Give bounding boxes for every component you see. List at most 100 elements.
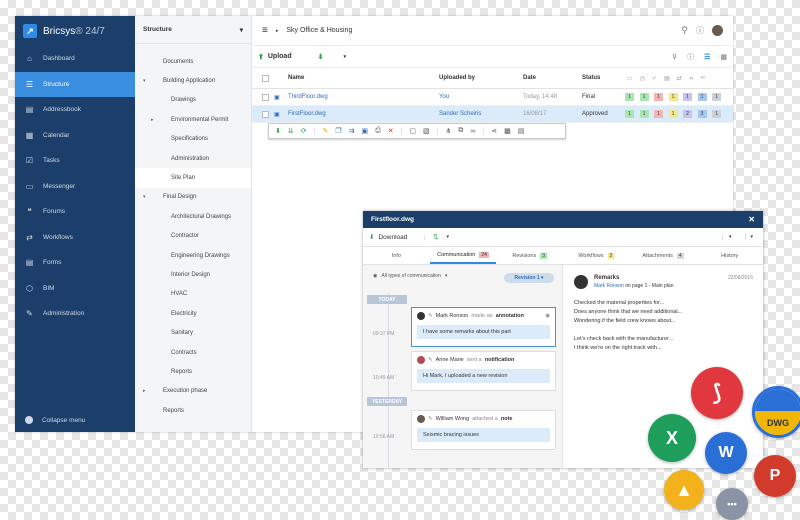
tree-node[interactable]: ▾ Final Design — [135, 188, 251, 207]
tree-node[interactable]: Architectural Drawings — [135, 207, 251, 226]
tab-attachments[interactable]: Attachments 4 — [630, 247, 697, 264]
sidebar-item-tasks[interactable]: ☑ Tasks — [15, 148, 135, 174]
table-row[interactable]: ▣ FirstFloor.dwg Sander Scheiris 16/08/17 Ap… — [252, 106, 733, 123]
help-icon[interactable]: ⓘ — [696, 25, 704, 36]
sync-icon[interactable]: ⟳ — [301, 127, 307, 135]
edit-icon[interactable]: ✎ — [322, 127, 328, 135]
tree-node[interactable]: Site Plan — [135, 168, 251, 188]
file-name-link[interactable]: FirstFloor.dwg — [288, 111, 326, 117]
tree-node[interactable]: ▸ Execution phase — [135, 382, 251, 401]
revision-selector[interactable]: Revision 1 ▾ — [504, 273, 554, 283]
expand-down-icon[interactable]: ▾ — [143, 78, 146, 84]
tab-communication[interactable]: Communication 24 — [429, 247, 497, 264]
col-date[interactable]: Date — [523, 75, 536, 81]
sidebar-item-administration[interactable]: ✎ Administration — [15, 301, 135, 327]
count-badge[interactable]: 1 — [639, 93, 649, 101]
details-icon[interactable]: ▤ — [518, 127, 525, 135]
tree-node[interactable]: Specifications — [135, 130, 251, 149]
communication-entry[interactable]: ✎ William Wong attached a note Seismic braci… — [411, 410, 556, 450]
communication-entry[interactable]: ✎ Mark Ronson made an annotation ◉ I have som… — [411, 307, 556, 347]
expand-right-icon[interactable]: ▸ — [151, 117, 154, 123]
tree-icon[interactable]: ⋔ — [446, 127, 452, 135]
compare-icon[interactable]: ⧉ — [458, 127, 463, 135]
brand[interactable]: ↗ Bricsys® 24/7 — [15, 16, 135, 46]
filter-icon[interactable]: ⊽ — [672, 53, 677, 61]
count-badge[interactable]: 3 — [697, 110, 707, 118]
count-badge[interactable]: 1 — [712, 93, 721, 101]
file-name-link[interactable]: ThirdFloor.dwg — [288, 94, 328, 100]
close-icon[interactable]: ✕ — [748, 215, 755, 224]
tree-node[interactable]: ▾ Building Application — [135, 71, 251, 90]
sidebar-item-structure[interactable]: ☰ Structure — [15, 71, 135, 97]
eye-icon[interactable]: ◉ — [545, 313, 550, 319]
structure-dropdown[interactable]: Structure ▾ — [135, 16, 251, 44]
tree-node[interactable]: Engineering Drawings — [135, 246, 251, 265]
tree-node[interactable]: Interior Design — [135, 265, 251, 284]
tree-node[interactable]: Electricity — [135, 304, 251, 323]
uploaded-by-link[interactable]: You — [439, 94, 449, 100]
count-badge[interactable]: 1 — [639, 110, 649, 118]
count-badge[interactable]: 1 — [654, 110, 663, 118]
breadcrumb[interactable]: Sky Office & Housing — [286, 27, 352, 34]
communication-entry[interactable]: ✎ Anne Marie sent a notification Hi Mark, I … — [411, 351, 556, 391]
tree-node[interactable]: HVAC — [135, 285, 251, 304]
tree-node[interactable]: Reports — [135, 362, 251, 381]
delete-icon[interactable]: ✕ — [388, 127, 394, 135]
copy-icon[interactable]: ❐ — [335, 127, 341, 135]
collapse-menu-button[interactable]: Collapse menu — [25, 416, 85, 424]
download-icon[interactable]: ⬇ — [318, 53, 324, 61]
count-badge[interactable]: 1 — [654, 93, 663, 101]
count-badge[interactable]: 1 — [668, 110, 678, 118]
info-icon[interactable]: ⓘ — [687, 52, 694, 62]
table-row[interactable]: ▣ ThirdFloor.dwg You Today, 14:48 Final 1 1 1 1 1… — [252, 89, 733, 106]
tree-node[interactable]: ▸ Environmental Permit — [135, 110, 251, 129]
download-button[interactable]: ⬇ Download — [369, 233, 407, 242]
sidebar-item-messenger[interactable]: ▭ Messenger — [15, 174, 135, 200]
expand-right-icon[interactable]: ▸ — [143, 388, 146, 394]
tree-node[interactable]: Contracts — [135, 343, 251, 362]
upload-button[interactable]: ⬆ Upload — [258, 53, 292, 61]
count-badge[interactable]: 1 — [712, 110, 721, 118]
tree-node[interactable]: Drawings — [135, 91, 251, 110]
sidebar-item-forums[interactable]: ❝ Forums — [15, 199, 135, 225]
options-dropdown-2[interactable]: ▾ — [745, 234, 757, 240]
search-icon[interactable]: ⚲ — [681, 25, 688, 36]
communication-filter[interactable]: ◉ All types of communication ▾ — [373, 273, 447, 279]
share-icon[interactable]: ⋖ — [491, 127, 497, 135]
count-badge[interactable]: 1 — [625, 93, 634, 101]
remark-author[interactable]: Mark Ronson — [594, 283, 624, 289]
sidebar-item-addressbook[interactable]: ▤ Addressbook — [15, 97, 135, 123]
sync-icon[interactable]: ⇅ — [433, 233, 438, 241]
row-checkbox[interactable] — [262, 93, 269, 101]
sidebar-item-bim[interactable]: ⬡ BIM — [15, 276, 135, 302]
tab-history[interactable]: History — [696, 247, 763, 264]
tab-revisions[interactable]: Revisions 3 — [496, 247, 563, 264]
attach-icon[interactable]: ∞ — [470, 128, 475, 135]
options-dropdown[interactable]: ▾ — [721, 234, 738, 240]
row-checkbox[interactable] — [262, 110, 269, 118]
tree-node[interactable]: Contractor — [135, 227, 251, 246]
tree-node[interactable]: Reports — [135, 401, 251, 420]
expand-down-icon[interactable]: ▾ — [143, 194, 146, 200]
list-view-icon[interactable]: ☰ — [704, 53, 710, 61]
download-multi-icon[interactable]: ⇊ — [288, 127, 294, 135]
move-icon[interactable]: ⇉ — [349, 127, 355, 135]
sidebar-item-dashboard[interactable]: ⌂ Dashboard — [15, 46, 135, 72]
hamburger-menu-icon[interactable]: ≡ — [262, 25, 268, 36]
count-badge[interactable]: 1 — [668, 93, 678, 101]
share-folder-icon[interactable]: ▣ — [361, 127, 368, 135]
grid-view-icon[interactable]: ▦ — [720, 53, 727, 61]
print-icon[interactable]: ⎙ — [375, 127, 381, 135]
uploaded-by-link[interactable]: Sander Scheiris — [439, 111, 481, 117]
col-name[interactable]: Name — [288, 75, 304, 81]
tab-info[interactable]: Info — [363, 247, 430, 264]
count-badge[interactable]: 1 — [625, 110, 634, 118]
download-icon[interactable]: ⬇ — [275, 127, 281, 135]
tree-node[interactable]: Sanitary — [135, 323, 251, 342]
col-status[interactable]: Status — [582, 75, 600, 81]
comment-icon[interactable]: ▢ — [409, 127, 416, 135]
count-badge[interactable]: 1 — [697, 93, 707, 101]
col-uploaded-by[interactable]: Uploaded by — [439, 75, 475, 81]
tree-node[interactable]: Documents — [135, 52, 251, 71]
sidebar-item-forms[interactable]: ▤ Forms — [15, 250, 135, 276]
